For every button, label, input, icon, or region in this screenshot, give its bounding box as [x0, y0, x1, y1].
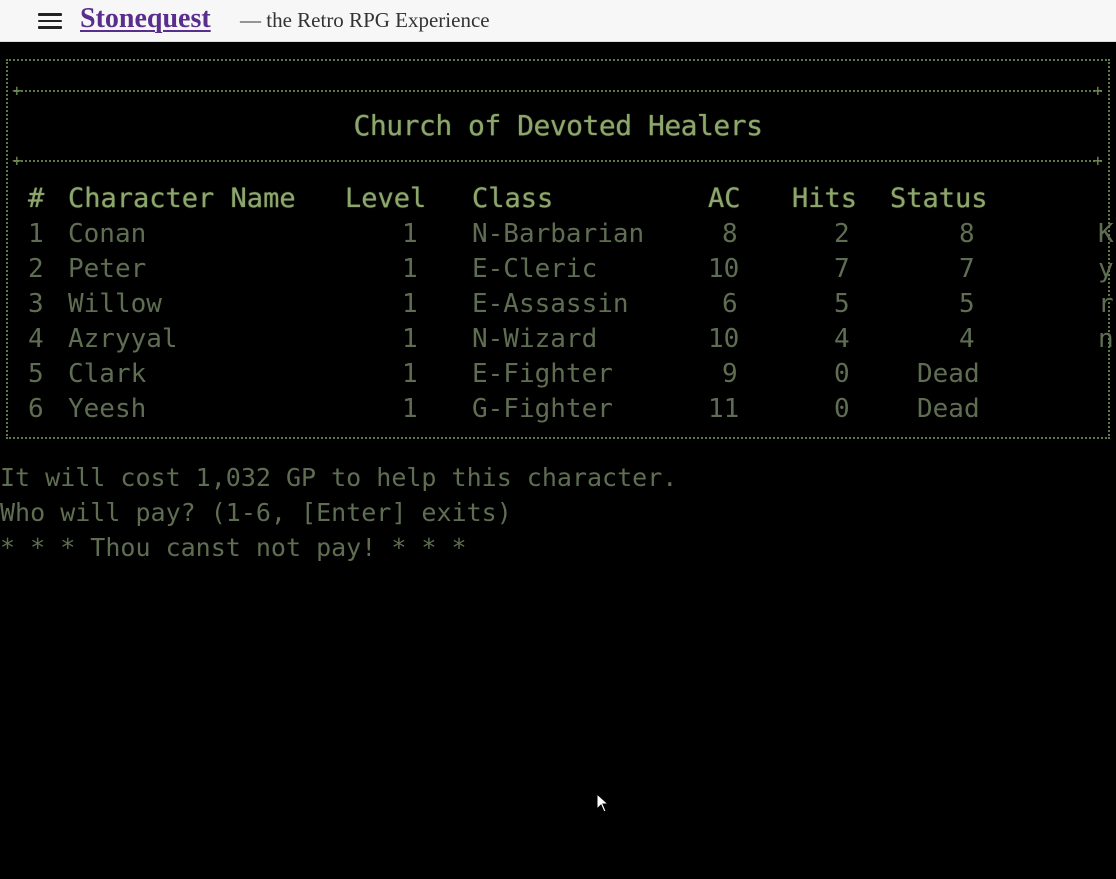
character-status: 5: [959, 289, 975, 319]
truncated-column: K: [1098, 219, 1114, 249]
character-hits: 2: [834, 219, 850, 249]
character-hits: 7: [834, 254, 850, 284]
frame-corner-marker: +: [1093, 81, 1103, 100]
game-terminal[interactable]: + + + + Church of Devoted Healers # Char…: [0, 43, 1116, 879]
location-heading: Church of Devoted Healers: [353, 109, 763, 142]
site-header: Stonequest — the Retro RPG Experience: [0, 0, 1116, 42]
character-hits: 4: [834, 324, 850, 354]
row-number: 5: [28, 359, 44, 389]
character-status: 8: [959, 219, 975, 249]
character-status: Dead: [917, 359, 980, 389]
character-ac: 10: [708, 254, 740, 284]
character-ac: 8: [722, 219, 738, 249]
row-number: 1: [28, 219, 44, 249]
character-status: Dead: [917, 394, 980, 424]
row-number: 3: [28, 289, 44, 319]
character-class: G-Fighter: [472, 394, 613, 424]
truncated-column: n: [1098, 324, 1114, 354]
character-level: 1: [402, 359, 418, 389]
character-level: 1: [402, 219, 418, 249]
column-header-name: Character Name: [68, 183, 296, 214]
column-header-number: #: [28, 183, 45, 214]
truncated-column: y: [1098, 254, 1114, 284]
column-header-hits: Hits: [792, 183, 858, 214]
character-level: 1: [402, 394, 418, 424]
character-status: 4: [959, 324, 975, 354]
site-tagline: — the Retro RPG Experience: [240, 8, 490, 32]
character-class: N-Wizard: [472, 324, 598, 354]
character-name: Conan: [68, 219, 147, 249]
character-hits: 5: [834, 289, 850, 319]
character-class: E-Assassin: [472, 289, 629, 319]
character-status: 7: [959, 254, 975, 284]
row-number: 4: [28, 324, 44, 354]
truncated-column: r: [1098, 289, 1114, 319]
character-class: E-Fighter: [472, 359, 613, 389]
character-hits: 0: [834, 359, 850, 389]
site-title-link[interactable]: Stonequest: [80, 3, 211, 35]
character-class: N-Barbarian: [472, 219, 645, 249]
mouse-pointer-icon: [596, 793, 610, 813]
character-level: 1: [402, 324, 418, 354]
column-header-ac: AC: [708, 183, 741, 214]
character-ac: 6: [722, 289, 738, 319]
frame-rule-bottom: [14, 160, 1102, 162]
character-ac: 11: [708, 394, 740, 424]
frame-rule-top: [14, 90, 1102, 92]
character-name: Willow: [68, 289, 162, 319]
row-number: 2: [28, 254, 44, 284]
character-name: Clark: [68, 359, 147, 389]
column-header-status: Status: [890, 183, 988, 214]
hamburger-menu-icon[interactable]: [38, 12, 62, 30]
character-level: 1: [402, 289, 418, 319]
character-name: Azryyal: [68, 324, 178, 354]
column-header-level: Level: [345, 183, 427, 214]
character-ac: 10: [708, 324, 740, 354]
character-class: E-Cleric: [472, 254, 598, 284]
frame-corner-marker: +: [12, 151, 22, 170]
frame-corner-marker: +: [12, 81, 22, 100]
frame-corner-marker: +: [1093, 151, 1103, 170]
payment-prompt: Who will pay? (1-6, [Enter] exits): [0, 498, 512, 527]
error-message: * * * Thou canst not pay! * * *: [0, 533, 467, 562]
character-hits: 0: [834, 394, 850, 424]
character-name: Peter: [68, 254, 147, 284]
character-ac: 9: [722, 359, 738, 389]
character-name: Yeesh: [68, 394, 147, 424]
character-level: 1: [402, 254, 418, 284]
row-number: 6: [28, 394, 44, 424]
column-header-class: Class: [472, 183, 554, 214]
cost-message: It will cost 1,032 GP to help this chara…: [0, 463, 678, 492]
